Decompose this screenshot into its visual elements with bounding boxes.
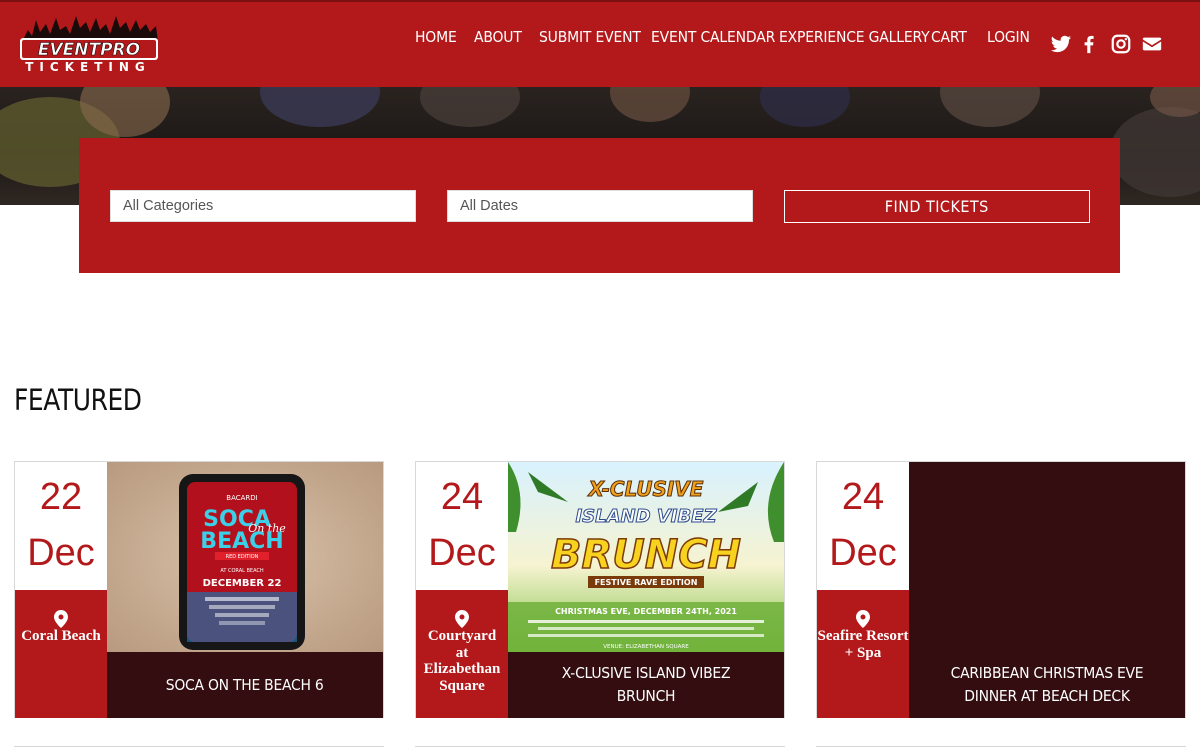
featured-heading: FEATURED <box>14 383 142 417</box>
event-title-bar: SOCA ON THE BEACH 6 <box>107 652 383 718</box>
svg-text:BEACH: BEACH <box>200 529 283 554</box>
event-card[interactable]: 24 Dec Seafire Resort + Spa CARIBBEAN CH… <box>816 461 1186 718</box>
event-image <box>909 462 1185 652</box>
svg-text:RED EDITION: RED EDITION <box>226 554 259 560</box>
nav-about[interactable]: ABOUT <box>474 28 522 46</box>
map-pin-icon <box>856 610 870 628</box>
svg-text:ISLAND VIBEZ: ISLAND VIBEZ <box>575 506 717 527</box>
nav-event-calendar[interactable]: EVENT CALENDAR <box>651 28 775 46</box>
event-image: X-CLUSIVE ISLAND VIBEZ BRUNCH FESTIVE RA… <box>508 462 784 652</box>
nav-cart[interactable]: CART <box>931 28 967 46</box>
svg-text:DECEMBER 22: DECEMBER 22 <box>203 578 282 589</box>
nav-submit-event[interactable]: SUBMIT EVENT <box>539 28 641 46</box>
next-row-card-edge <box>816 746 1186 747</box>
event-month: Dec <box>428 532 496 574</box>
date-select[interactable]: All Dates <box>447 190 753 222</box>
main-nav: HOME ABOUT SUBMIT EVENT EVENT CALENDAR E… <box>0 28 1200 52</box>
envelope-icon[interactable] <box>1141 33 1163 55</box>
event-location-label: Courtyard at Elizabethan Square <box>423 628 501 694</box>
ticket-search-panel: All Categories All Dates FIND TICKETS <box>79 138 1120 273</box>
next-row-card-edge <box>415 746 785 747</box>
event-day: 24 <box>841 476 885 518</box>
event-location: Seafire Resort + Spa <box>817 590 909 718</box>
svg-text:AT CORAL BEACH: AT CORAL BEACH <box>220 568 264 574</box>
event-title[interactable]: SOCA ON THE BEACH 6 <box>166 674 324 697</box>
event-title-bar: X-CLUSIVE ISLAND VIBEZ BRUNCH <box>508 652 784 718</box>
svg-text:X-CLUSIVE: X-CLUSIVE <box>587 477 704 501</box>
event-card[interactable]: 24 Dec Courtyard at Elizabethan Square X… <box>415 461 785 718</box>
next-row-card-edge <box>14 746 384 747</box>
event-date: 24 Dec <box>416 462 508 590</box>
instagram-icon[interactable] <box>1110 33 1132 55</box>
event-location-label: Coral Beach <box>21 628 101 644</box>
event-title[interactable]: CARIBBEAN CHRISTMAS EVE DINNER AT BEACH … <box>932 662 1162 708</box>
event-card[interactable]: 22 Dec Coral Beach BACARDI SOCA On the B… <box>14 461 384 718</box>
find-tickets-label: FIND TICKETS <box>885 197 989 216</box>
event-day: 24 <box>440 476 484 518</box>
svg-text:VENUE: ELIZABETHAN SQUARE: VENUE: ELIZABETHAN SQUARE <box>603 644 689 650</box>
svg-text:CHRISTMAS EVE, DECEMBER 24TH,: CHRISTMAS EVE, DECEMBER 24TH, 2021 <box>555 607 737 616</box>
nav-login[interactable]: LOGIN <box>987 28 1030 46</box>
map-pin-icon <box>455 610 469 628</box>
nav-home[interactable]: HOME <box>415 28 457 46</box>
nav-experience-gallery[interactable]: EXPERIENCE GALLERY <box>779 28 930 46</box>
event-month: Dec <box>829 532 897 574</box>
event-date: 22 Dec <box>15 462 107 590</box>
event-location-label: Seafire Resort + Spa <box>817 628 909 661</box>
event-image: BACARDI SOCA On the BEACH RED EDITION AT… <box>107 462 383 652</box>
find-tickets-button[interactable]: FIND TICKETS <box>784 190 1090 223</box>
event-location: Coral Beach <box>15 590 107 718</box>
svg-text:BRUNCH: BRUNCH <box>551 532 741 578</box>
svg-text:BACARDI: BACARDI <box>226 494 257 502</box>
twitter-icon[interactable] <box>1050 33 1072 55</box>
event-date: 24 Dec <box>817 462 909 590</box>
event-title-bar: CARIBBEAN CHRISTMAS EVE DINNER AT BEACH … <box>909 652 1185 718</box>
site-header: EVENTPRO TICKETING HOME ABOUT SUBMIT EVE… <box>0 0 1200 87</box>
facebook-icon[interactable] <box>1078 33 1100 55</box>
svg-text:FESTIVE RAVE EDITION: FESTIVE RAVE EDITION <box>595 578 698 587</box>
logo-tagline: TICKETING <box>25 60 151 74</box>
event-title[interactable]: X-CLUSIVE ISLAND VIBEZ BRUNCH <box>531 662 761 708</box>
event-location: Courtyard at Elizabethan Square <box>416 590 508 718</box>
event-day: 22 <box>39 476 83 518</box>
map-pin-icon <box>54 610 68 628</box>
event-month: Dec <box>27 532 95 574</box>
category-select[interactable]: All Categories <box>110 190 416 222</box>
